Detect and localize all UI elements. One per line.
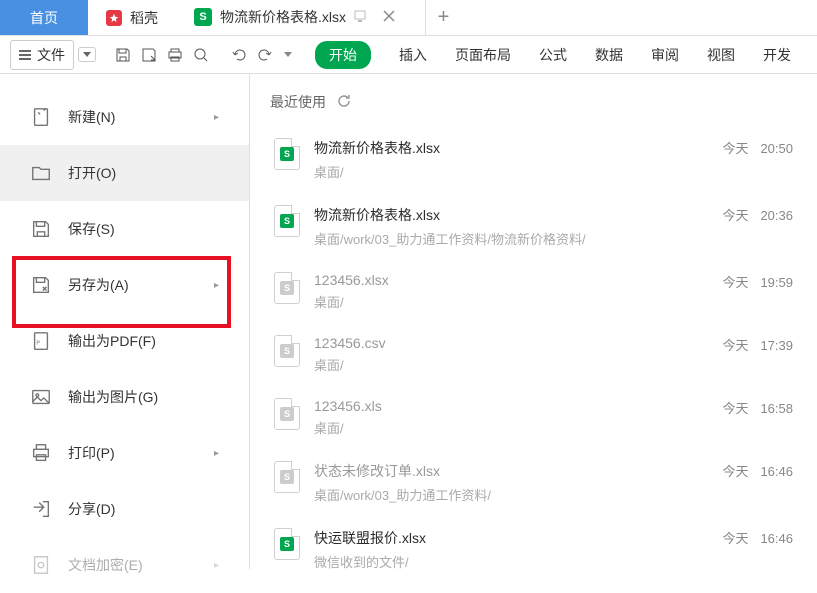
ribbon-layout[interactable]: 页面布局 [455,45,511,65]
file-icon: S [274,398,300,430]
file-path: 桌面/ [314,418,708,437]
recent-title: 最近使用 [270,92,326,112]
ribbon-formula[interactable]: 公式 [539,45,567,65]
chevron-right-icon: ▸ [214,112,219,123]
file-name: 123456.xls [314,398,708,414]
file-name: 物流新价格表格.xlsx [314,138,708,158]
menu-save[interactable]: 保存(S) [0,201,249,257]
ribbon-view[interactable]: 视图 [707,45,735,65]
save-as-icon[interactable] [138,44,160,66]
toolbar: 文件 开始 插入 页面布局 公式 数据 审阅 视图 开发 [0,36,817,74]
file-icon: S [274,335,300,367]
file-time: 今天20:50 [722,138,793,157]
redo-icon[interactable] [254,44,276,66]
ribbon-tabs: 开始 插入 页面布局 公式 数据 审阅 视图 开发 [315,41,791,69]
file-time: 今天17:39 [722,335,793,354]
print-icon[interactable] [164,44,186,66]
file-path: 桌面/work/03_助力通工作资料/ [314,485,708,504]
file-icon: S [274,205,300,237]
file-icon: S [274,272,300,304]
file-dropdown-caret[interactable] [78,47,96,62]
recent-file-item[interactable]: S 物流新价格表格.xlsx 桌面/今天20:50 [270,126,797,193]
menu-open[interactable]: 打开(O) [0,145,249,201]
file-name: 状态未修改订单.xlsx [314,461,708,481]
recent-file-item[interactable]: S 123456.xls 桌面/今天16:58 [270,386,797,449]
recent-file-item[interactable]: S 123456.xlsx 桌面/今天19:59 [270,260,797,323]
menu-new[interactable]: 新建(N)▸ [0,89,249,145]
file-name: 物流新价格表格.xlsx [314,205,708,225]
menu-export-pdf[interactable]: P 输出为PDF(F) [0,313,249,369]
ribbon-start[interactable]: 开始 [315,41,371,69]
file-name: 123456.csv [314,335,708,351]
window-icon[interactable] [354,9,368,25]
ribbon-insert[interactable]: 插入 [399,45,427,65]
ribbon-data[interactable]: 数据 [595,45,623,65]
file-menu-panel: 新建(N)▸ 打开(O) 保存(S) 另存为(A)▸ P 输出为PDF(F) 输… [0,74,250,569]
menu-share[interactable]: 分享(D) [0,481,249,537]
tab-label: 物流新价格表格.xlsx [220,7,346,27]
menu-encrypt[interactable]: 文档加密(E)▸ [0,537,249,593]
file-time: 今天16:46 [722,461,793,480]
file-path: 桌面/ [314,292,708,311]
recent-file-item[interactable]: S 物流新价格表格.xlsx 桌面/work/03_助力通工作资料/物流新价格资料/… [270,193,797,260]
undo-icon[interactable] [228,44,250,66]
svg-text:P: P [36,341,40,347]
tab-current-file[interactable]: S 物流新价格表格.xlsx [176,0,425,35]
menu-print[interactable]: 打印(P)▸ [0,425,249,481]
file-time: 今天20:36 [722,205,793,224]
file-icon: S [274,528,300,560]
recent-file-item[interactable]: S 123456.csv 桌面/今天17:39 [270,323,797,386]
hamburger-icon [19,50,31,60]
docer-icon [106,10,122,26]
ribbon-review[interactable]: 审阅 [651,45,679,65]
close-icon[interactable] [383,9,395,25]
tab-docer[interactable]: 稻壳 [88,0,176,35]
save-icon[interactable] [112,44,134,66]
tab-label: 稻壳 [130,8,158,28]
recent-file-item[interactable]: S 状态未修改订单.xlsx 桌面/work/03_助力通工作资料/今天16:46 [270,449,797,516]
ribbon-dev[interactable]: 开发 [763,45,791,65]
file-name: 123456.xlsx [314,272,708,288]
preview-icon[interactable] [190,44,212,66]
file-time: 今天16:46 [722,528,793,547]
file-path: 桌面/ [314,162,708,181]
redo-dropdown[interactable] [280,48,296,61]
file-time: 今天19:59 [722,272,793,291]
file-icon: S [274,138,300,170]
recent-panel: 最近使用 S 物流新价格表格.xlsx 桌面/今天20:50 S 物流新价格表格.xls… [250,74,817,569]
tab-home[interactable]: 首页 [0,0,88,35]
tab-add-button[interactable]: + [425,0,461,35]
file-path: 桌面/work/03_助力通工作资料/物流新价格资料/ [314,229,708,248]
file-icon: S [274,461,300,493]
chevron-right-icon: ▸ [214,448,219,459]
file-name: 快运联盟报价.xlsx [314,528,708,548]
file-time: 今天16:58 [722,398,793,417]
menu-export-image[interactable]: 输出为图片(G) [0,369,249,425]
chevron-right-icon: ▸ [214,280,219,291]
file-path: 桌面/ [314,355,708,374]
file-path: 微信收到的文件/ [314,552,708,569]
menu-save-as[interactable]: 另存为(A)▸ [0,257,249,313]
recent-file-item[interactable]: S 快运联盟报价.xlsx 微信收到的文件/今天16:46 [270,516,797,569]
refresh-icon[interactable] [336,93,352,112]
file-menu-button[interactable]: 文件 [10,40,74,70]
title-tabs: 首页 稻壳 S 物流新价格表格.xlsx + [0,0,817,36]
xlsx-icon: S [194,8,212,26]
